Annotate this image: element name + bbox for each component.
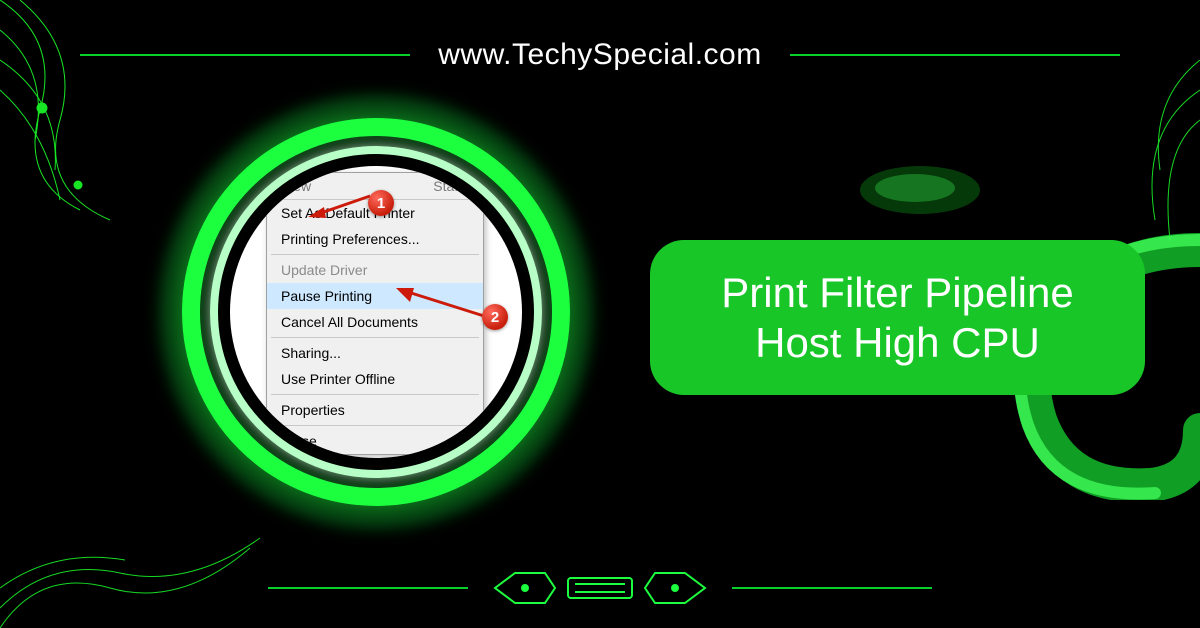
- menu-header-status: Status: [419, 173, 483, 199]
- menu-item-update-driver: Update Driver: [267, 257, 483, 283]
- site-url: www.TechySpecial.com: [438, 38, 761, 72]
- screenshot-circle: View Status Set As Default Printer Print…: [182, 118, 570, 506]
- footer-decor: [268, 568, 932, 608]
- menu-separator: [271, 394, 479, 395]
- footer-line-left: [268, 587, 468, 589]
- menu-separator: [271, 337, 479, 338]
- arrow-2: [390, 284, 490, 324]
- menu-item-properties[interactable]: Properties: [267, 397, 483, 423]
- title-line-1: Print Filter Pipeline: [721, 269, 1073, 316]
- callout-badge-1: 1: [368, 190, 394, 216]
- title-line-2: Host High CPU: [755, 319, 1040, 366]
- footer-line-right: [732, 587, 932, 589]
- menu-item-close[interactable]: Close: [267, 428, 483, 454]
- screenshot-content: View Status Set As Default Printer Print…: [230, 166, 522, 458]
- menu-item-sharing[interactable]: Sharing...: [267, 340, 483, 366]
- article-title-pill: Print Filter Pipeline Host High CPU: [650, 240, 1145, 395]
- hud-ornament: [490, 568, 710, 608]
- fractal-decor-top-right: [1020, 60, 1200, 260]
- menu-item-preferences[interactable]: Printing Preferences...: [267, 226, 483, 252]
- arrow-1: [304, 190, 374, 220]
- menu-item-offline[interactable]: Use Printer Offline: [267, 366, 483, 392]
- menu-separator: [271, 425, 479, 426]
- menu-separator: [271, 254, 479, 255]
- callout-badge-2: 2: [482, 304, 508, 330]
- divider-left: [80, 54, 410, 56]
- header-bar: www.TechySpecial.com: [0, 38, 1200, 72]
- divider-right: [790, 54, 1120, 56]
